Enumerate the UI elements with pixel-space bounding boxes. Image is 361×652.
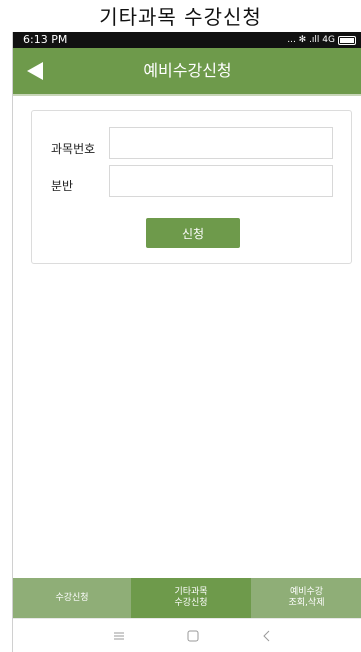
tab-label-line2: 수강신청 xyxy=(174,598,208,608)
bottom-tab-bar: 수강신청 기타과목 수강신청 예비수강 조회,삭제 xyxy=(13,578,361,618)
course-number-input[interactable] xyxy=(109,127,333,159)
signal-indicators-text: ... ✻ .ıll 4G xyxy=(287,35,335,45)
section-input[interactable] xyxy=(109,165,333,197)
course-request-form: 과목번호 분반 신청 xyxy=(31,110,352,264)
back-icon[interactable] xyxy=(259,628,275,644)
tab-label-line1: 기타과목 xyxy=(174,587,208,597)
tab-label-line2: 조회,삭제 xyxy=(288,598,325,608)
divider xyxy=(13,94,361,96)
system-nav-bar xyxy=(13,618,361,652)
tab-course-registration[interactable]: 수강신청 xyxy=(13,578,131,618)
page-title: 예비수강신청 xyxy=(143,61,232,80)
battery-icon xyxy=(338,35,356,45)
menu-icon[interactable] xyxy=(111,628,127,644)
course-number-label: 과목번호 xyxy=(51,142,96,156)
tab-other-course-registration[interactable]: 기타과목 수강신청 xyxy=(131,578,251,618)
home-icon[interactable] xyxy=(185,628,201,644)
tab-label-line1: 수강신청 xyxy=(55,592,89,603)
tab-pre-registration-view[interactable]: 예비수강 조회,삭제 xyxy=(251,578,361,618)
status-indicators: ... ✻ .ıll 4G xyxy=(287,32,356,48)
submit-button[interactable]: 신청 xyxy=(146,218,240,248)
page-caption: 기타과목 수강신청 xyxy=(99,5,262,29)
status-time: 6:13 PM xyxy=(23,33,68,46)
tab-label-line1: 예비수강 xyxy=(289,587,324,597)
section-label: 분반 xyxy=(51,179,74,193)
status-bar: 6:13 PM ... ✻ .ıll 4G xyxy=(13,32,361,48)
app-bar: 예비수강신청 xyxy=(13,48,361,94)
phone-screen: 6:13 PM ... ✻ .ıll 4G 예비수강신청 과목번호 분반 신청 … xyxy=(12,32,361,652)
